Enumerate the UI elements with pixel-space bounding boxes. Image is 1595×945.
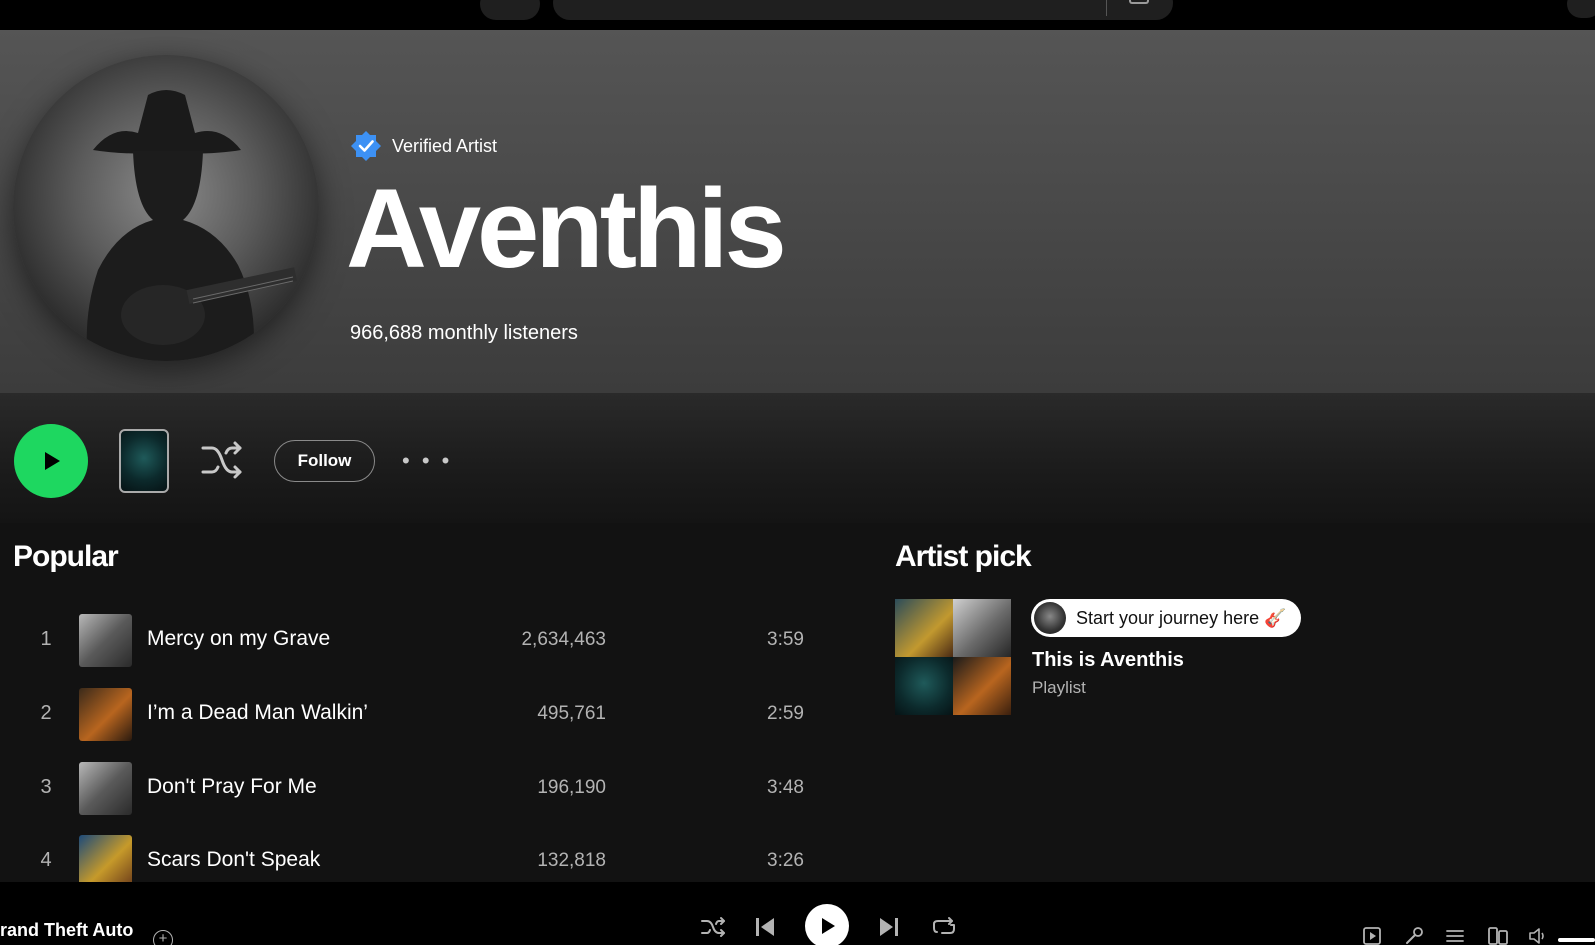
mosaic-tile <box>895 657 953 715</box>
more-options-button[interactable]: • • • <box>402 446 452 476</box>
track-duration: 2:59 <box>767 703 804 724</box>
mosaic-tile <box>895 599 953 657</box>
artist-pick-cover[interactable] <box>895 599 1011 715</box>
track-title[interactable]: Scars Don't Speak <box>147 848 320 872</box>
track-number: 2 <box>40 702 52 724</box>
volume-icon[interactable] <box>1528 926 1550 945</box>
track-title[interactable]: Mercy on my Grave <box>147 627 330 651</box>
track-plays: 2,634,463 <box>521 629 606 650</box>
play-button[interactable] <box>14 424 88 498</box>
home-button[interactable] <box>480 0 540 20</box>
track-plays: 196,190 <box>537 777 606 798</box>
now-playing-title[interactable]: rand Theft Auto <box>0 920 133 941</box>
player-play-button[interactable] <box>805 904 849 945</box>
track-cover <box>79 614 132 667</box>
artist-pick-comment: Start your journey here 🎸 <box>1031 599 1301 637</box>
track-title[interactable]: Don't Pray For Me <box>147 775 317 799</box>
artist-pick-comment-text: Start your journey here 🎸 <box>1076 607 1287 628</box>
track-row[interactable]: 2 I’m a Dead Man Walkin’ 495,761 2:59 <box>0 684 820 744</box>
artist-pick-heading: Artist pick <box>895 540 1032 573</box>
mosaic-tile <box>953 657 1011 715</box>
queue-icon[interactable] <box>1445 926 1465 945</box>
top-bar <box>0 0 1595 30</box>
mosaic-tile <box>953 599 1011 657</box>
browse-icon[interactable] <box>1129 0 1149 4</box>
monthly-listeners: 966,688 monthly listeners <box>350 322 578 344</box>
artist-pick-type: Playlist <box>1032 678 1086 697</box>
track-cover <box>79 835 132 888</box>
follow-button[interactable]: Follow <box>274 440 375 482</box>
popular-heading: Popular <box>13 540 119 573</box>
shuffle-icon[interactable] <box>200 440 244 480</box>
track-plays: 132,818 <box>537 850 606 871</box>
track-duration: 3:26 <box>767 850 804 871</box>
artist-pick-title[interactable]: This is Aventhis <box>1032 649 1184 672</box>
track-title[interactable]: I’m a Dead Man Walkin’ <box>147 701 368 725</box>
artist-silhouette-image <box>86 90 298 361</box>
track-row[interactable]: 1 Mercy on my Grave 2,634,463 3:59 <box>0 610 820 670</box>
verified-row: Verified Artist <box>350 130 497 162</box>
artist-name: Aventhis <box>346 166 787 291</box>
volume-slider[interactable] <box>1558 938 1595 942</box>
previous-icon[interactable] <box>754 916 776 938</box>
player-play-icon <box>822 918 835 934</box>
artist-avatar <box>13 55 319 361</box>
verified-badge-icon <box>351 131 381 161</box>
track-number: 1 <box>40 628 52 650</box>
repeat-icon[interactable] <box>932 916 956 938</box>
next-icon[interactable] <box>878 916 900 938</box>
track-cover <box>79 688 132 741</box>
track-number: 4 <box>40 849 52 871</box>
add-to-library-button[interactable]: + <box>153 930 173 945</box>
player-bar: rand Theft Auto + <box>0 882 1595 945</box>
track-row[interactable]: 3 Don't Pray For Me 196,190 3:48 <box>0 758 820 818</box>
lyrics-icon[interactable] <box>1404 926 1424 945</box>
search-bar[interactable] <box>553 0 1173 20</box>
search-divider <box>1106 0 1107 16</box>
action-bar: Follow • • • <box>0 393 1595 523</box>
track-plays: 495,761 <box>537 703 606 724</box>
connect-device-icon[interactable] <box>1487 926 1509 945</box>
profile-button[interactable] <box>1567 0 1595 18</box>
artist-header: Verified Artist Aventhis 966,688 monthly… <box>0 30 1595 393</box>
track-duration: 3:59 <box>767 629 804 650</box>
now-playing-view-icon[interactable] <box>1362 926 1382 945</box>
shuffle-small-icon[interactable] <box>700 916 726 938</box>
track-duration: 3:48 <box>767 777 804 798</box>
track-cover <box>79 762 132 815</box>
play-icon <box>45 452 60 470</box>
track-number: 3 <box>40 776 52 798</box>
preview-thumbnail[interactable] <box>119 429 169 493</box>
artist-avatar-small <box>1034 602 1066 634</box>
verified-label: Verified Artist <box>392 135 498 156</box>
